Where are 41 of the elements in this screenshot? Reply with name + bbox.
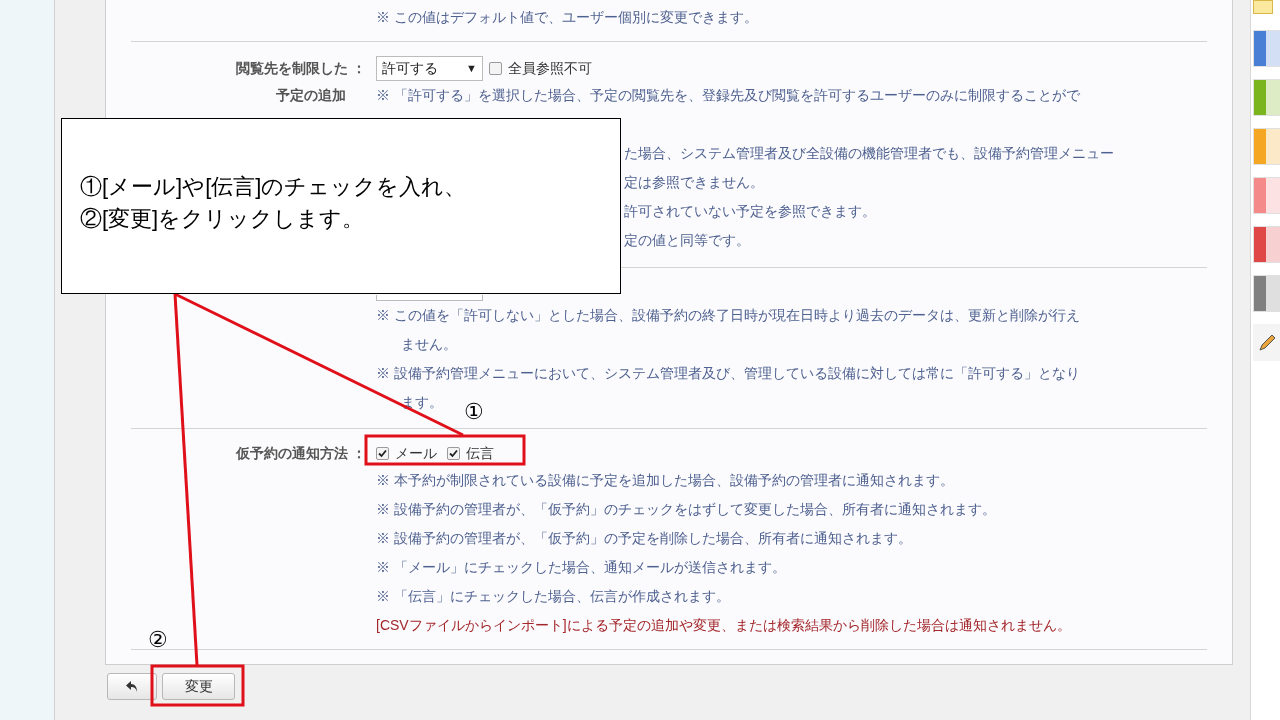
note-text: ※ 設備予約管理メニューにおいて、システム管理者及び、管理している設備に対しては常に「許可する」となり bbox=[376, 364, 1080, 383]
note-text: ※ 設備予約の管理者が、「仮予約」のチェックをはずして変更した場合、所有者に通知されます。 bbox=[376, 500, 996, 519]
warning-text: [CSVファイルからインポート]による予定の追加や変更、または検索結果から削除した場合は通知されません。 bbox=[376, 616, 1071, 635]
checkbox-label: メール bbox=[395, 443, 437, 463]
note-text: ません。 bbox=[401, 335, 457, 354]
checkbox[interactable] bbox=[489, 61, 502, 75]
note-text: た場合、システム管理者及び全設備の機能管理者でも、設備予約管理メニュー bbox=[624, 144, 1114, 163]
note-icon[interactable] bbox=[1253, 0, 1273, 14]
color-tab[interactable] bbox=[1253, 128, 1280, 165]
color-tab[interactable] bbox=[1253, 226, 1280, 263]
callout-text: ①[メール]や[伝言]のチェックを入れ、 bbox=[80, 173, 468, 201]
step-marker: ① bbox=[464, 398, 484, 426]
checkbox-label: 伝言 bbox=[466, 443, 494, 463]
callout-text: ②[変更]をクリックします。 bbox=[80, 205, 366, 233]
dropdown[interactable]: 許可する ▼ bbox=[376, 55, 483, 81]
color-tab[interactable] bbox=[1253, 177, 1280, 214]
color-tab[interactable] bbox=[1253, 79, 1280, 116]
note-text: 許可されていない予定を参照できます。 bbox=[624, 202, 876, 221]
color-tab[interactable] bbox=[1253, 30, 1280, 67]
pencil-icon[interactable] bbox=[1253, 324, 1280, 361]
note-text: ※ 本予約が制限されている設備に予定を追加した場合、設備予約の管理者に通知されます。 bbox=[376, 471, 954, 490]
note-text: ※ 「伝言」にチェックした場合、伝言が作成されます。 bbox=[376, 587, 730, 606]
note-text: ※ 設備予約の管理者が、「仮予約」の予定を削除した場合、所有者に通知されます。 bbox=[376, 529, 912, 548]
note-text: ※ この値はデフォルト値で、ユーザー個別に変更できます。 bbox=[376, 8, 759, 27]
note-text: ※ 「許可する」を選択した場合、予定の閲覧先を、登録先及び閲覧を許可するユーザーのみに制限することがで bbox=[376, 86, 1080, 105]
checkbox[interactable] bbox=[447, 446, 460, 460]
back-arrow-icon bbox=[125, 680, 139, 693]
note-text: ※ この値を「許可しない」とした場合、設備予約の終了日時が現在日時より過去のデータは、更新と削除が行え bbox=[376, 306, 1080, 325]
checkbox[interactable] bbox=[376, 446, 389, 460]
setting-label: 予定の追加 bbox=[276, 86, 347, 105]
color-tab[interactable] bbox=[1253, 275, 1280, 312]
back-button[interactable] bbox=[107, 673, 157, 700]
note-text: ※ 「メール」にチェックした場合、通知メールが送信されます。 bbox=[376, 558, 786, 577]
setting-label: 閲覧先を制限した ： bbox=[236, 59, 366, 78]
checkbox-label: 全員参照不可 bbox=[508, 58, 592, 78]
note-text: 定の値と同等です。 bbox=[624, 231, 750, 250]
step-marker: ② bbox=[148, 626, 168, 654]
setting-label: 仮予約の通知方法 ： bbox=[236, 444, 366, 463]
dropdown[interactable] bbox=[376, 295, 483, 301]
change-button[interactable]: 変更 bbox=[162, 673, 235, 700]
note-text: 定は参照できません。 bbox=[624, 173, 764, 192]
